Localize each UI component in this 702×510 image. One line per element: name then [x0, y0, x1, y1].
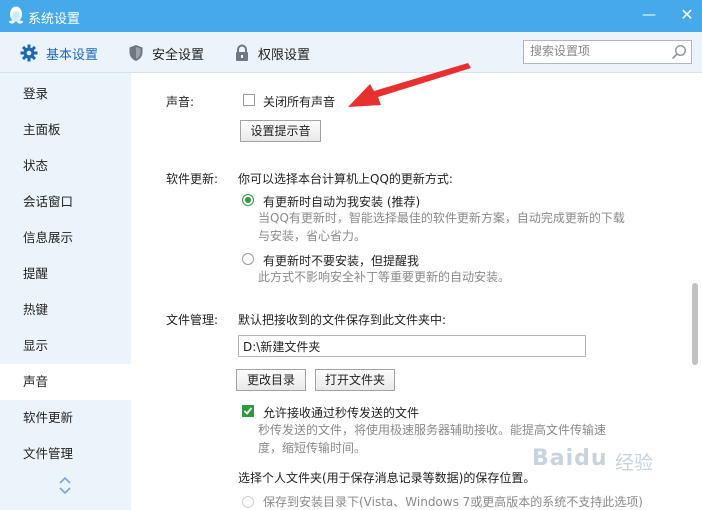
checkmark-icon	[243, 407, 253, 415]
sidebar-item-info-display[interactable]: 信息展示	[0, 220, 131, 256]
tab-permission-settings[interactable]: 权限设置	[234, 43, 310, 63]
sound-section-label: 声音:	[166, 95, 195, 109]
chevron-up-icon[interactable]	[58, 475, 72, 485]
tab-basic-label: 基本设置	[46, 47, 99, 63]
settings-sidebar: 登录 主面板 状态 会话窗口 信息展示 提醒 热键 显示 声音 软件更新 文件管…	[0, 73, 131, 510]
auto-install-label[interactable]: 有更新时自动为我安装 (推荐)	[263, 193, 420, 210]
close-button[interactable]: ✕	[676, 6, 698, 26]
tab-basic-settings[interactable]: 基本设置	[20, 43, 98, 63]
watermark-sub: 经验	[615, 452, 654, 474]
update-section-label: 软件更新:	[166, 172, 219, 186]
sidebar-item-chat-window[interactable]: 会话窗口	[0, 184, 131, 220]
auto-install-radio[interactable]	[242, 194, 254, 206]
file-section-label: 文件管理:	[166, 313, 219, 327]
file-save-prompt: 默认把接收到的文件保存到此文件夹中:	[238, 313, 447, 327]
mute-all-label[interactable]: 关闭所有声音	[263, 93, 335, 110]
allow-flash-transfer-checkbox[interactable]	[242, 405, 254, 417]
window-title: 系统设置	[28, 12, 81, 27]
baidu-jingyan-watermark: Baidu 经验	[532, 446, 702, 486]
title-bar: 系统设置 — ✕	[0, 0, 702, 32]
mute-all-checkbox[interactable]	[243, 94, 255, 106]
sidebar-item-reminders[interactable]: 提醒	[0, 256, 131, 292]
auto-install-desc-line-1: 当QQ有更新时，智能选择最佳的软件更新方案，自动完成更新的下载	[258, 211, 625, 225]
notify-only-desc: 此方式不影响安全补丁等重要更新的自动安装。	[258, 270, 511, 284]
notify-only-radio[interactable]	[242, 253, 254, 265]
lock-icon	[236, 44, 248, 61]
change-directory-button[interactable]: 更改目录	[236, 369, 306, 391]
sidebar-item-status[interactable]: 状态	[0, 148, 131, 184]
auto-install-desc-line-2: 与安装，省心省力。	[258, 229, 367, 243]
notify-only-label[interactable]: 有更新时不要安装，但提醒我	[263, 252, 419, 269]
sidebar-item-sound[interactable]: 声音	[0, 364, 131, 400]
sidebar-item-login[interactable]: 登录	[0, 76, 131, 112]
open-folder-button[interactable]: 打开文件夹	[315, 369, 395, 391]
sidebar-item-file-management[interactable]: 文件管理	[0, 436, 131, 472]
content-scrollbar[interactable]	[688, 73, 702, 510]
sidebar-scroll-arrows	[58, 475, 74, 497]
set-alert-sound-button[interactable]: 设置提示音	[240, 120, 321, 142]
flash-transfer-desc-line-1: 秒传发送的文件，将使用极速服务器辅助接收。能提高文件传输速	[258, 423, 607, 437]
tab-security-label: 安全设置	[152, 47, 205, 63]
save-path-field[interactable]	[238, 335, 586, 357]
install-dir-radio[interactable]	[242, 496, 254, 508]
install-dir-option-label[interactable]: 保存到安装目录下(Vista、Windows 7或更高版本的系统不支持此选项)	[263, 493, 643, 510]
qq-penguin-icon	[9, 6, 23, 24]
gear-icon	[20, 44, 38, 62]
chevron-down-icon[interactable]	[58, 485, 72, 497]
flash-transfer-desc-line-2: 度，缩短传输时间。	[258, 441, 367, 455]
sidebar-item-display[interactable]: 显示	[0, 328, 131, 364]
scrollbar-thumb[interactable]	[692, 283, 698, 365]
settings-content: 声音: 关闭所有声音 设置提示音 软件更新: 你可以选择本台计算机上QQ的更新方…	[132, 73, 688, 510]
allow-flash-transfer-label[interactable]: 允许接收通过秒传发送的文件	[263, 404, 419, 421]
update-prompt: 你可以选择本台计算机上QQ的更新方式:	[238, 172, 453, 186]
tab-permission-label: 权限设置	[258, 47, 311, 63]
settings-search-box[interactable]	[523, 40, 692, 64]
sidebar-item-hotkeys[interactable]: 热键	[0, 292, 131, 328]
shield-icon	[129, 45, 143, 61]
annotation-arrow-icon	[348, 63, 471, 107]
sidebar-item-software-update[interactable]: 软件更新	[0, 400, 131, 436]
minimize-button[interactable]: —	[638, 6, 660, 26]
watermark-brand: Baidu	[532, 446, 608, 471]
personal-folder-prompt: 选择个人文件夹(用于保存消息记录等数据)的保存位置。	[238, 471, 536, 485]
sidebar-item-main-panel[interactable]: 主面板	[0, 112, 131, 148]
search-icon[interactable]	[671, 44, 687, 60]
tab-security-settings[interactable]: 安全设置	[128, 43, 204, 63]
search-input[interactable]	[530, 42, 666, 60]
